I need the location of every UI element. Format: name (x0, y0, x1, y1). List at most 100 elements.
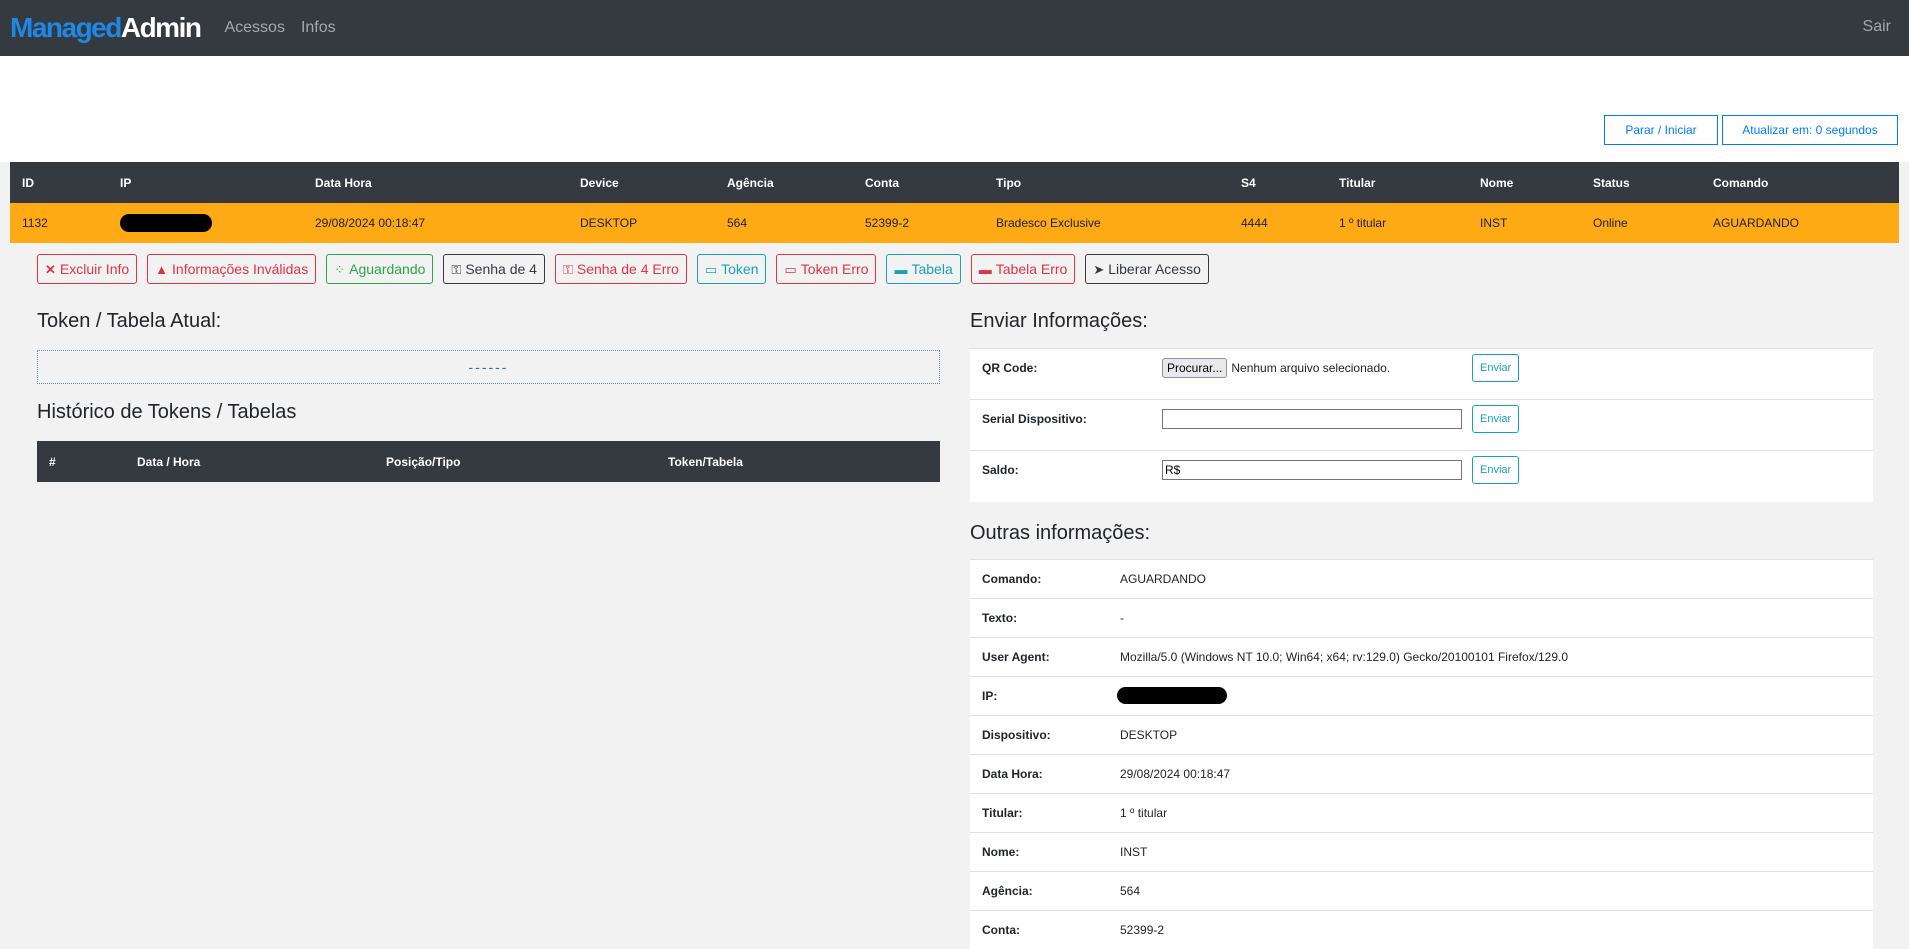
other-info-table: Comando:AGUARDANDO Texto:- User Agent:Mo… (970, 559, 1873, 949)
info-value-user-agent: Mozilla/5.0 (Windows NT 10.0; Win64; x64… (1108, 637, 1873, 676)
stop-start-button[interactable]: Parar / Iniciar (1604, 115, 1718, 145)
senha-de-4-label: Senha de 4 (465, 261, 537, 277)
cell-nome: INST (1468, 203, 1581, 243)
access-table-header: ID IP Data Hora Device Agência Conta Tip… (10, 162, 1899, 203)
cell-comando: AGUARDANDO (1701, 203, 1899, 243)
cell-status: Online (1581, 203, 1701, 243)
info-row: Nome:INST (970, 832, 1873, 871)
send-serial-button[interactable]: Enviar (1472, 405, 1519, 433)
nav-link-infos[interactable]: Infos (301, 19, 336, 37)
excluir-info-button[interactable]: ✕Excluir Info (37, 254, 137, 284)
saldo-label: Saldo: (970, 451, 1162, 502)
col-header-tipo: Tipo (984, 162, 1229, 203)
logout-link[interactable]: Sair (1863, 18, 1891, 36)
token-erro-label: Token Erro (801, 261, 869, 277)
cell-data-hora: 29/08/2024 00:18:47 (303, 203, 568, 243)
serial-control (1162, 400, 1472, 451)
info-label-conta: Conta: (970, 910, 1108, 949)
aguardando-button[interactable]: ⁘ Aguardando (326, 254, 433, 284)
liberar-acesso-button[interactable]: ➤ Liberar Acesso (1085, 254, 1209, 284)
info-row: Texto:- (970, 598, 1873, 637)
redacted-ip (120, 214, 212, 232)
info-row: Dispositivo:DESKTOP (970, 715, 1873, 754)
send-row-serial: Serial Dispositivo: Enviar (970, 400, 1873, 451)
access-table-wrapper: ID IP Data Hora Device Agência Conta Tip… (10, 162, 1899, 243)
hist-col-index: # (37, 441, 125, 482)
col-header-status: Status (1581, 162, 1701, 203)
excluir-info-label: Excluir Info (60, 261, 129, 277)
send-saldo-button[interactable]: Enviar (1472, 456, 1519, 484)
info-label-comando: Comando: (970, 559, 1108, 598)
key-icon: ⚿ (563, 263, 573, 276)
info-label-user-agent: User Agent: (970, 637, 1108, 676)
senha-de-4-erro-button[interactable]: ⚿ Senha de 4 Erro (555, 254, 687, 284)
right-column: Enviar Informações: QR Code: Procurar...… (970, 310, 1873, 949)
info-label-dispositivo: Dispositivo: (970, 715, 1108, 754)
senha-de-4-button[interactable]: ⚿ Senha de 4 (443, 254, 545, 284)
info-label-nome: Nome: (970, 832, 1108, 871)
key-icon: ⚿ (451, 263, 461, 276)
send-info-table: QR Code: Procurar...Nenhum arquivo selec… (970, 348, 1873, 502)
saldo-control (1162, 451, 1472, 502)
tabela-erro-button[interactable]: ▬ Tabela Erro (971, 254, 1076, 284)
hist-col-data-hora: Data / Hora (125, 441, 374, 482)
token-button[interactable]: ▭Token (697, 254, 767, 284)
qr-send-cell: Enviar (1472, 349, 1873, 400)
send-qr-button[interactable]: Enviar (1472, 354, 1519, 382)
credit-card-icon: ▬ (894, 263, 907, 276)
col-header-nome: Nome (1468, 162, 1581, 203)
col-header-titular: Titular (1327, 162, 1468, 203)
credit-card-icon: ▬ (979, 263, 992, 276)
refresh-button[interactable]: Atualizar em: 0 segundos (1722, 115, 1898, 145)
warning-icon: ▲ (155, 263, 168, 276)
history-table: # Data / Hora Posição/Tipo Token/Tabela (37, 441, 940, 482)
send-info-title: Enviar Informações: (970, 310, 1873, 333)
card-icon: ▭ (784, 263, 796, 276)
info-value-titular: 1 º titular (1108, 793, 1873, 832)
nav-link-acessos[interactable]: Acessos (224, 19, 284, 37)
info-row: Data Hora:29/08/2024 00:18:47 (970, 754, 1873, 793)
cell-s4: 4444 (1229, 203, 1327, 243)
col-header-conta: Conta (853, 162, 984, 203)
info-value-agencia: 564 (1108, 871, 1873, 910)
current-token-title: Token / Tabela Atual: (37, 310, 940, 333)
access-table: ID IP Data Hora Device Agência Conta Tip… (10, 162, 1899, 243)
senha-de-4-erro-label: Senha de 4 Erro (577, 261, 679, 277)
saldo-input[interactable] (1162, 460, 1462, 480)
brand-logo[interactable]: ManagedAdmin (10, 12, 200, 44)
info-row: Titular:1 º titular (970, 793, 1873, 832)
file-status-text: Nenhum arquivo selecionado. (1231, 361, 1390, 375)
serial-input[interactable] (1162, 409, 1462, 429)
aguardando-label: Aguardando (349, 261, 425, 277)
history-title: Histórico de Tokens / Tabelas (37, 401, 940, 424)
table-row[interactable]: 1132 29/08/2024 00:18:47 DESKTOP 564 523… (10, 203, 1899, 243)
info-row: User Agent:Mozilla/5.0 (Windows NT 10.0;… (970, 637, 1873, 676)
tabela-button[interactable]: ▬Tabela (886, 254, 960, 284)
info-label-texto: Texto: (970, 598, 1108, 637)
liberar-acesso-label: Liberar Acesso (1108, 261, 1201, 277)
navbar: ManagedAdmin Acessos Infos Sair (0, 0, 1909, 56)
tabela-erro-label: Tabela Erro (996, 261, 1068, 277)
info-value-dispositivo: DESKTOP (1108, 715, 1873, 754)
file-browse-button[interactable]: Procurar... (1162, 358, 1227, 378)
cell-id: 1132 (10, 203, 108, 243)
info-value-data-hora: 29/08/2024 00:18:47 (1108, 754, 1873, 793)
informacoes-invalidas-button[interactable]: ▲Informações Inválidas (147, 254, 316, 284)
col-header-ip: IP (108, 162, 303, 203)
col-header-device: Device (568, 162, 715, 203)
paper-plane-icon: ➤ (1093, 263, 1104, 276)
info-row: IP: (970, 676, 1873, 715)
brand-part1: Managed (10, 12, 121, 43)
left-column: Token / Tabela Atual: ------ Histórico d… (37, 310, 940, 482)
info-label-data-hora: Data Hora: (970, 754, 1108, 793)
spinner-icon: ⁘ (334, 263, 345, 276)
qr-file-control: Procurar... Nenhum arquivo selecionado. (1162, 349, 1472, 400)
col-header-comando: Comando (1701, 162, 1899, 203)
col-header-id: ID (10, 162, 108, 203)
redacted-ip (1117, 687, 1227, 704)
serial-send-cell: Enviar (1472, 400, 1873, 451)
send-row-saldo: Saldo: Enviar (970, 451, 1873, 502)
saldo-send-cell: Enviar (1472, 451, 1873, 502)
info-label-agencia: Agência: (970, 871, 1108, 910)
token-erro-button[interactable]: ▭ Token Erro (776, 254, 876, 284)
